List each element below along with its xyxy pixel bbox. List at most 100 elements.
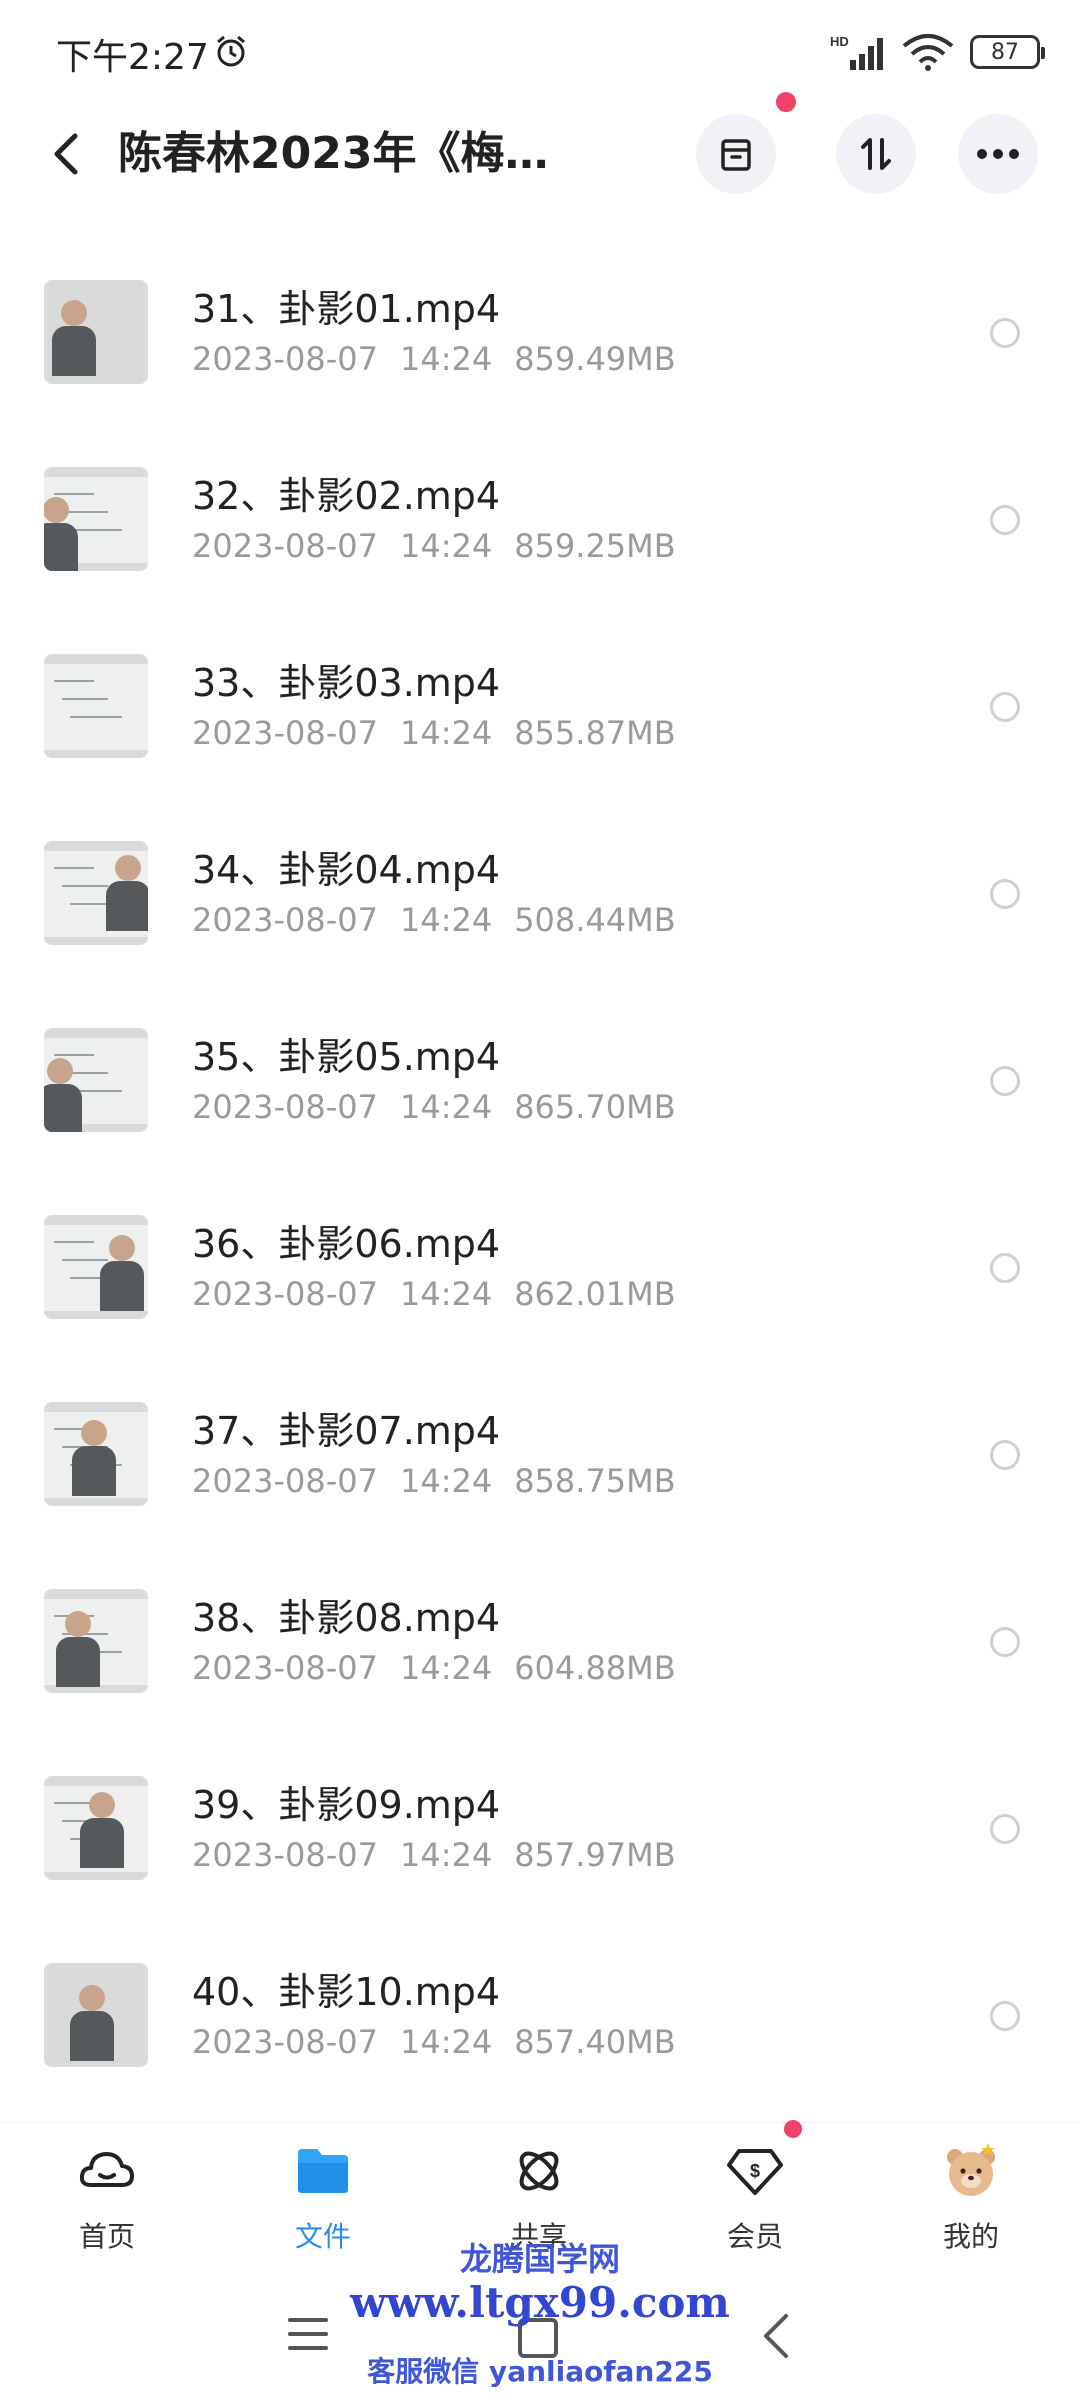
archive-button[interactable] [696,114,776,194]
select-radio[interactable] [990,1627,1020,1657]
file-time: 14:24 [399,901,493,939]
archive-icon [721,139,751,171]
file-size: 857.97MB [514,1836,676,1874]
video-thumbnail [44,654,148,758]
file-time: 14:24 [399,2023,493,2061]
select-radio[interactable] [990,2001,1020,2031]
file-size: 858.75MB [514,1462,676,1500]
file-row[interactable]: 36、卦影06.mp4 2023-08-07 14:24 862.01MB [0,1175,1080,1362]
file-name: 35、卦影05.mp4 [192,1035,501,1079]
select-radio[interactable] [990,1066,1020,1096]
file-name: 34、卦影04.mp4 [192,848,501,892]
file-meta: 2023-08-07 14:24 859.25MB [192,527,676,565]
video-thumbnail [44,1402,148,1506]
file-time: 14:24 [399,1649,493,1687]
file-row[interactable]: 37、卦影07.mp4 2023-08-07 14:24 858.75MB [0,1362,1080,1549]
notification-dot [776,92,796,112]
file-date: 2023-08-07 [192,714,378,752]
chevron-left-icon [54,133,78,175]
video-thumbnail [44,1589,148,1693]
file-meta: 2023-08-07 14:24 862.01MB [192,1275,676,1313]
folder-icon [298,2149,348,2193]
file-list: 31、卦影01.mp4 2023-08-07 14:24 859.49MB 32、卦影0… [0,240,1080,2110]
file-time: 14:24 [399,527,493,565]
file-name: 32、卦影02.mp4 [192,474,501,518]
file-row[interactable]: 39、卦影09.mp4 2023-08-07 14:24 857.97MB [0,1736,1080,1923]
watermark-contact: 客服微信 yanliaofan225 [367,2355,713,2388]
file-date: 2023-08-07 [192,1649,378,1687]
sort-icon [861,138,891,170]
file-name: 33、卦影03.mp4 [192,661,501,705]
video-thumbnail [44,280,148,384]
file-date: 2023-08-07 [192,901,378,939]
status-bar: 下午2:27 HD 87 [0,0,1080,100]
file-meta: 2023-08-07 14:24 604.88MB [192,1649,676,1687]
file-name: 38、卦影08.mp4 [192,1596,501,1640]
page-title: 陈春林2023年《梅花… [118,128,588,179]
file-row[interactable]: 34、卦影04.mp4 2023-08-07 14:24 508.44MB [0,801,1080,988]
file-row[interactable]: 33、卦影03.mp4 2023-08-07 14:24 855.87MB [0,614,1080,801]
select-radio[interactable] [990,1253,1020,1283]
video-thumbnail [44,841,148,945]
sort-button[interactable] [836,114,916,194]
alarm-icon [217,35,245,67]
file-date: 2023-08-07 [192,527,378,565]
file-size: 508.44MB [514,901,676,939]
header: 陈春林2023年《梅花… [0,100,1080,210]
select-radio[interactable] [990,1814,1020,1844]
cloud-home-icon [79,2152,134,2187]
svg-text:HD: HD [830,34,849,49]
bear-avatar-icon [947,2143,995,2196]
more-button[interactable] [958,114,1038,194]
file-size: 604.88MB [514,1649,676,1687]
file-time: 14:24 [399,1088,493,1126]
file-name: 37、卦影07.mp4 [192,1409,501,1453]
file-date: 2023-08-07 [192,340,378,378]
file-size: 857.40MB [514,2023,676,2061]
file-time: 14:24 [399,340,493,378]
battery-level: 87 [991,39,1019,65]
file-date: 2023-08-07 [192,1462,378,1500]
file-size: 855.87MB [514,714,676,752]
file-row[interactable]: 40、卦影10.mp4 2023-08-07 14:24 857.40MB [0,1923,1080,2110]
select-radio[interactable] [990,692,1020,722]
select-radio[interactable] [990,505,1020,535]
video-thumbnail [44,1215,148,1319]
file-size: 865.70MB [514,1088,676,1126]
select-radio[interactable] [990,318,1020,348]
video-thumbnail [44,1963,148,2067]
select-radio[interactable] [990,1440,1020,1470]
file-date: 2023-08-07 [192,1088,378,1126]
file-time: 14:24 [399,714,493,752]
select-radio[interactable] [990,879,1020,909]
svg-text:$: $ [750,2161,760,2181]
file-row[interactable]: 38、卦影08.mp4 2023-08-07 14:24 604.88MB [0,1549,1080,1736]
watermark-site-name: 龙腾国学网 [459,2240,620,2278]
file-meta: 2023-08-07 14:24 865.70MB [192,1088,676,1126]
file-time: 14:24 [399,1462,493,1500]
watermark-url: www.ltgx99.com [350,2278,730,2327]
file-time: 14:24 [399,1836,493,1874]
file-time: 14:24 [399,1275,493,1313]
file-name: 40、卦影10.mp4 [192,1970,501,2014]
file-row[interactable]: 35、卦影05.mp4 2023-08-07 14:24 865.70MB [0,988,1080,1175]
status-time: 下午2:27 [56,37,209,78]
file-meta: 2023-08-07 14:24 857.97MB [192,1836,676,1874]
file-size: 862.01MB [514,1275,676,1313]
file-date: 2023-08-07 [192,2023,378,2061]
video-thumbnail [44,1776,148,1880]
battery-icon: 87 [970,35,1045,69]
hd-signal-icon: HD [830,34,883,70]
file-row[interactable]: 31、卦影01.mp4 2023-08-07 14:24 859.49MB [0,240,1080,427]
more-icon [977,149,1019,159]
file-meta: 2023-08-07 14:24 857.40MB [192,2023,676,2061]
file-name: 39、卦影09.mp4 [192,1783,501,1827]
file-size: 859.49MB [514,340,676,378]
back-button[interactable] [36,124,96,184]
file-date: 2023-08-07 [192,1275,378,1313]
file-date: 2023-08-07 [192,1836,378,1874]
file-row[interactable]: 32、卦影02.mp4 2023-08-07 14:24 859.25MB [0,427,1080,614]
file-meta: 2023-08-07 14:24 508.44MB [192,901,676,939]
file-meta: 2023-08-07 14:24 855.87MB [192,714,676,752]
file-size: 859.25MB [514,527,676,565]
